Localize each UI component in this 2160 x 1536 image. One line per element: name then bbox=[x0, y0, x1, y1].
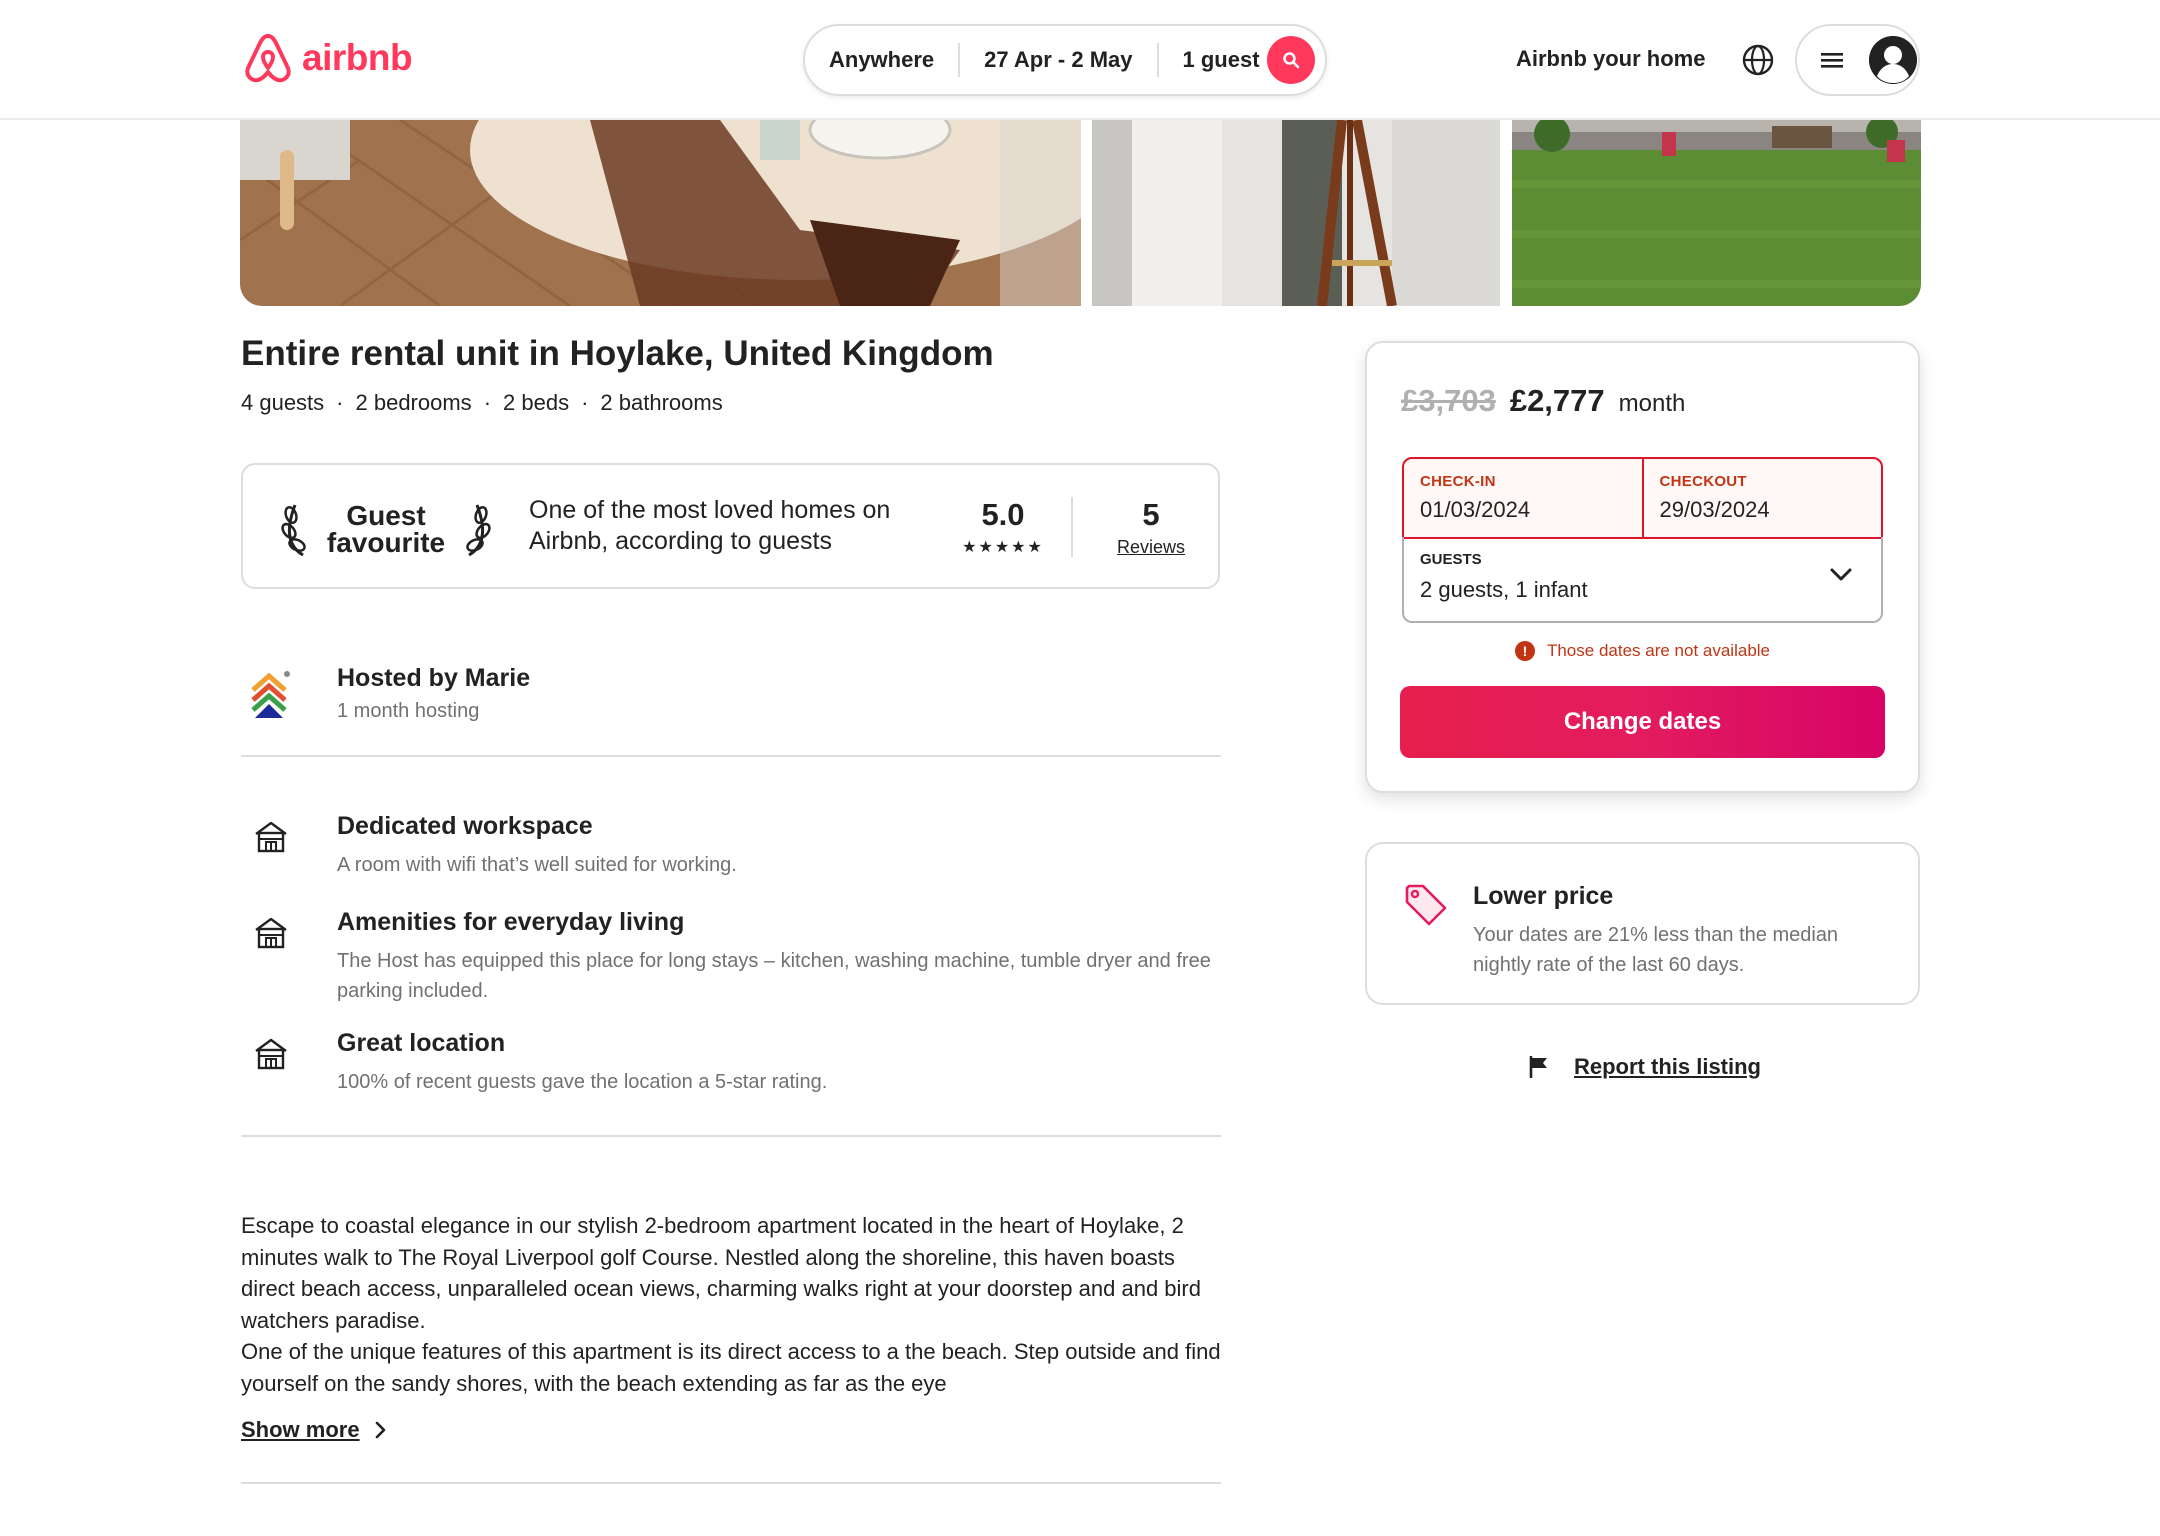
search-button[interactable] bbox=[1267, 36, 1315, 84]
detail-bedrooms: 2 bedrooms bbox=[355, 390, 472, 415]
guests-value[interactable]: 2 guests, 1 infant bbox=[1420, 577, 1588, 603]
house-icon bbox=[255, 1038, 287, 1070]
host-avatar-icon[interactable] bbox=[249, 668, 293, 718]
detail-separator: · bbox=[336, 390, 344, 415]
checkin-field[interactable]: CHECK-IN 01/03/2024 bbox=[1404, 459, 1642, 537]
original-price: £3,703 bbox=[1401, 383, 1496, 418]
guests-dropdown[interactable]: GUESTS 2 guests, 1 infant bbox=[1402, 537, 1883, 623]
guest-favourite-label: Guest favourite bbox=[326, 500, 446, 558]
rating-divider bbox=[1071, 497, 1073, 557]
top-header: airbnb Anywhere 27 Apr - 2 May 1 guest A… bbox=[0, 0, 2160, 120]
availability-error: ! Those dates are not available bbox=[1367, 641, 1918, 661]
show-more-button[interactable]: Show more bbox=[241, 1417, 388, 1443]
host-name: Hosted by Marie bbox=[337, 664, 531, 692]
detail-separator: · bbox=[483, 390, 492, 415]
listing-photo-dining[interactable] bbox=[240, 120, 1081, 306]
date-picker[interactable]: CHECK-IN 01/03/2024 CHECKOUT 29/03/2024 bbox=[1402, 457, 1883, 539]
error-icon: ! bbox=[1514, 641, 1535, 661]
feature-description: A room with wifi that’s well suited for … bbox=[337, 854, 737, 876]
checkin-value[interactable]: 01/03/2024 bbox=[1420, 497, 1530, 523]
rating-summary: 5.0 ★★★★★ bbox=[948, 497, 1058, 557]
feature-title: Great location bbox=[337, 1029, 506, 1057]
search-dates[interactable]: 27 Apr - 2 May bbox=[960, 47, 1156, 73]
badge-line-1: Guest bbox=[346, 500, 426, 531]
house-icon bbox=[255, 821, 287, 853]
checkout-field[interactable]: CHECKOUT 29/03/2024 bbox=[1641, 459, 1882, 537]
laurel-right-icon bbox=[466, 504, 491, 557]
discounted-price: £2,777 bbox=[1509, 383, 1605, 418]
globe-icon[interactable] bbox=[1740, 42, 1776, 78]
listing-details: 4 guests · 2 bedrooms · 2 beds · 2 bathr… bbox=[241, 390, 723, 416]
listing-photo-garden[interactable] bbox=[1512, 120, 1921, 306]
photo-gallery[interactable] bbox=[240, 120, 1921, 306]
section-divider bbox=[241, 1482, 1221, 1484]
search-bar[interactable]: Anywhere 27 Apr - 2 May 1 guest bbox=[803, 24, 1327, 96]
show-more-label[interactable]: Show more bbox=[241, 1417, 360, 1443]
price-row: £3,703 £2,777 month bbox=[1401, 383, 1685, 419]
feature-title: Amenities for everyday living bbox=[337, 908, 685, 936]
rating-stars-icon: ★★★★★ bbox=[962, 539, 1044, 556]
reviews-link[interactable]: 5 Reviews bbox=[1101, 497, 1201, 558]
section-divider bbox=[241, 755, 1221, 757]
listing-description: Escape to coastal elegance in our stylis… bbox=[241, 1210, 1231, 1399]
listing-title: Entire rental unit in Hoylake, United Ki… bbox=[241, 334, 994, 373]
booking-card: £3,703 £2,777 month CHECK-IN 01/03/2024 … bbox=[1365, 341, 1920, 793]
search-location[interactable]: Anywhere bbox=[805, 47, 958, 73]
flag-icon bbox=[1529, 1056, 1547, 1078]
feature-description: The Host has equipped this place for lon… bbox=[337, 950, 1211, 1002]
airbnb-logo[interactable]: airbnb bbox=[244, 32, 413, 84]
detail-guests: 4 guests bbox=[241, 390, 325, 415]
guest-favourite-description: One of the most loved homes on Airbnb, a… bbox=[529, 496, 891, 555]
checkout-value[interactable]: 29/03/2024 bbox=[1660, 497, 1770, 523]
checkout-label: CHECKOUT bbox=[1659, 473, 1747, 490]
hamburger-icon bbox=[1821, 53, 1843, 68]
lower-price-card: Lower price Your dates are 21% less than… bbox=[1365, 842, 1920, 1005]
detail-beds: 2 beds bbox=[503, 390, 570, 415]
house-icon bbox=[255, 917, 287, 949]
reviews-count: 5 bbox=[1142, 497, 1160, 532]
lower-price-title: Lower price bbox=[1473, 882, 1614, 910]
host-tenure: 1 month hosting bbox=[337, 700, 480, 722]
airbnb-your-home-link[interactable]: Airbnb your home bbox=[1516, 46, 1705, 72]
report-listing-link[interactable]: Report this listing bbox=[1528, 1054, 1761, 1080]
guest-favourite-card[interactable]: Guest favourite One of the most loved ho… bbox=[241, 463, 1220, 589]
laurel-left-icon bbox=[281, 504, 306, 557]
description-paragraph: One of the unique features of this apart… bbox=[241, 1339, 1221, 1396]
feature-title: Dedicated workspace bbox=[337, 812, 593, 840]
chevron-right-icon bbox=[375, 1421, 385, 1439]
airbnb-logo-icon bbox=[245, 34, 291, 83]
error-message: Those dates are not available bbox=[1546, 641, 1771, 660]
lower-price-description: Your dates are 21% less than the median … bbox=[1473, 924, 1839, 976]
guests-label: GUESTS bbox=[1420, 551, 1482, 568]
checkin-label: CHECK-IN bbox=[1420, 473, 1496, 490]
search-guests[interactable]: 1 guest bbox=[1159, 47, 1284, 73]
feature-location: Great location 100% of recent guests gav… bbox=[241, 1029, 1221, 1109]
user-menu-button[interactable] bbox=[1795, 24, 1920, 96]
change-dates-button[interactable]: Change dates bbox=[1400, 686, 1885, 758]
user-avatar-icon bbox=[1869, 36, 1917, 84]
detail-bathrooms: 2 bathrooms bbox=[600, 390, 723, 415]
guest-favourite-badge: Guest favourite bbox=[281, 499, 491, 559]
detail-separator: · bbox=[581, 390, 589, 415]
chevron-down-icon[interactable] bbox=[1829, 567, 1853, 583]
feature-workspace: Dedicated workspace A room with wifi tha… bbox=[241, 812, 1221, 892]
price-tag-icon bbox=[1405, 884, 1447, 926]
feature-amenities: Amenities for everyday living The Host h… bbox=[241, 908, 1221, 1018]
airbnb-wordmark: airbnb bbox=[302, 37, 413, 78]
listing-photo-interior[interactable] bbox=[1092, 120, 1500, 306]
reviews-label[interactable]: Reviews bbox=[1101, 537, 1201, 558]
section-divider bbox=[241, 1135, 1221, 1137]
report-listing-label[interactable]: Report this listing bbox=[1574, 1054, 1761, 1080]
feature-description: 100% of recent guests gave the location … bbox=[337, 1071, 828, 1093]
badge-line-2: favourite bbox=[326, 527, 446, 558]
price-unit: month bbox=[1618, 390, 1686, 417]
description-paragraph: Escape to coastal elegance in our stylis… bbox=[241, 1213, 1201, 1333]
rating-value: 5.0 bbox=[981, 497, 1025, 532]
search-icon bbox=[1283, 52, 1300, 69]
host-section[interactable]: Hosted by Marie 1 month hosting bbox=[241, 660, 1221, 760]
